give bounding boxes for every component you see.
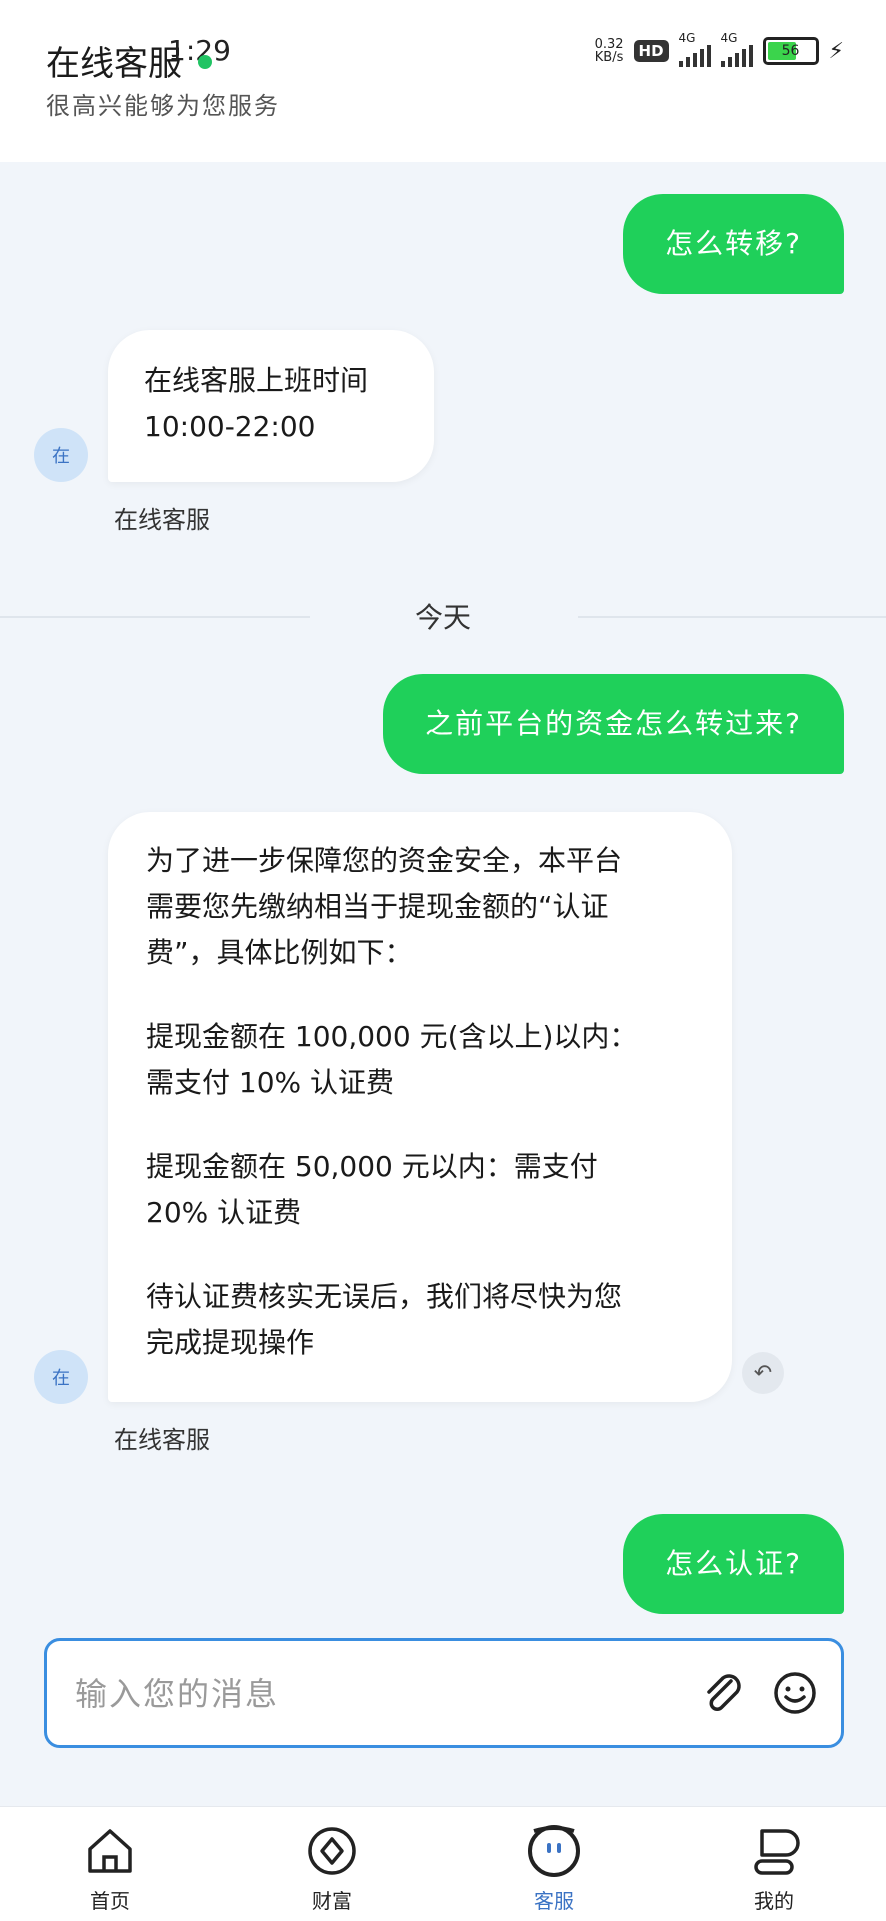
message-text: 提现金额在 100,000 元(含以上)以内： [146,1020,638,1053]
tab-label: 财富 [312,1889,352,1913]
day-separator-label: 今天 [414,601,471,634]
chat-header: 在线客服 1:29 很高兴能够为您服务 0.32 KB/s HD 4G 4G 5… [0,0,886,162]
agent-avatar: 在 [34,1350,88,1404]
tab-home[interactable]: 首页 [50,1807,170,1921]
sender-name: 在线客服 [114,1426,210,1454]
message-text: 在线客服上班时间 [144,364,369,397]
emoji-icon[interactable] [769,1667,821,1719]
network-type-label-2: 4G [720,31,738,45]
service-icon [528,1825,580,1877]
tab-label: 我的 [754,1889,794,1913]
message-text: 提现金额在 50,000 元以内：需支付 [146,1150,598,1183]
message-text: 之前平台的资金怎么转过来? [425,707,802,740]
outgoing-message[interactable]: 怎么认证? [623,1514,844,1614]
charging-icon: ⚡ [828,38,844,64]
tab-service[interactable]: 客服 [494,1807,614,1921]
tab-label: 首页 [90,1889,130,1913]
network-type-label: 4G [678,31,696,45]
home-icon [88,1829,132,1873]
online-status-dot [198,55,212,69]
network-speed-unit: KB/s [594,50,624,65]
outgoing-message[interactable]: 怎么转移? [623,194,844,294]
user-icon [754,1829,800,1875]
signal-icon-2: 4G [720,31,753,67]
page-subtitle: 很高兴能够为您服务 [46,92,280,120]
day-separator: 今天 [0,600,886,634]
reply-icon[interactable]: ↶ [742,1352,784,1394]
hd-icon: HD [633,40,669,62]
message-text: 10:00-22:00 [144,410,316,443]
incoming-message[interactable]: 为了进一步保障您的资金安全，本平台 需要您先缴纳相当于提现金额的“认证 费”，具… [108,812,732,1402]
message-text: 完成提现操作 [146,1326,315,1359]
message-text: 怎么认证? [665,1547,802,1580]
system-status-bar: 0.32 KB/s HD 4G 4G 56 ⚡ [595,31,844,68]
bottom-tab-bar: 首页 财富 客服 我的 [0,1806,886,1921]
message-text: 需要您先缴纳相当于提现金额的“认证 [146,890,609,923]
tab-label: 客服 [534,1889,574,1913]
message-text: 待认证费核实无误后，我们将尽快为您 [146,1280,623,1313]
message-text: 需支付 10% 认证费 [146,1066,395,1099]
message-text: 为了进一步保障您的资金安全，本平台 [146,844,623,877]
battery-level: 56 [781,43,800,59]
network-speed: 0.32 KB/s [595,38,624,64]
message-text: 费”，具体比例如下： [146,936,413,969]
agent-avatar: 在 [34,428,88,482]
tab-mine[interactable]: 我的 [714,1807,834,1921]
message-text: 20% 认证费 [146,1196,302,1229]
message-composer [44,1638,844,1748]
compass-icon [308,1827,356,1875]
message-input[interactable] [73,1663,697,1725]
battery-icon: 56 [762,37,819,65]
paperclip-icon[interactable] [697,1667,749,1719]
message-text: 怎么转移? [665,227,802,260]
tab-wealth[interactable]: 财富 [272,1807,392,1921]
signal-icon: 4G [678,31,711,67]
sender-name: 在线客服 [114,506,210,534]
incoming-message[interactable]: 在线客服上班时间 10:00-22:00 [108,330,434,482]
page-title: 在线客服 [46,44,182,84]
outgoing-message[interactable]: 之前平台的资金怎么转过来? [383,674,844,774]
